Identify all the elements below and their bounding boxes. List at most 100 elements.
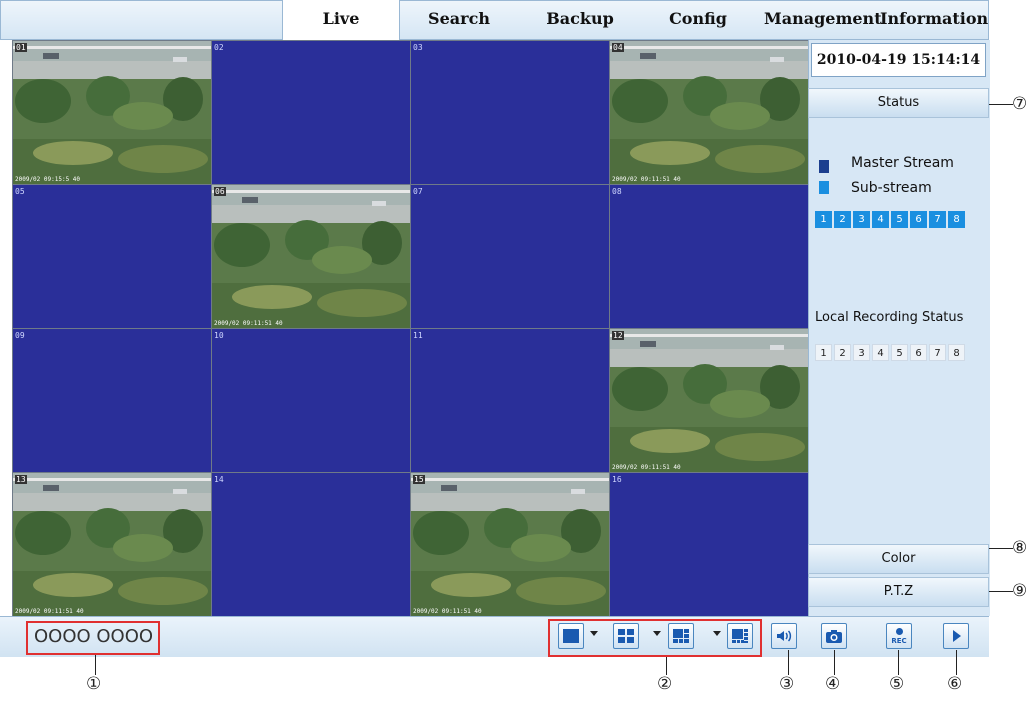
callout-8: ⑧	[1012, 538, 1028, 558]
video-cell-08[interactable]: 08	[610, 185, 808, 328]
callout-5: ⑤	[889, 674, 905, 694]
stream-channel-indicators: 12345678	[815, 211, 967, 228]
layout-dropdown-arrow[interactable]	[713, 631, 721, 636]
channel-number: 12	[612, 331, 624, 340]
channel-number: 14	[214, 475, 224, 484]
stream-channel-1: 1	[815, 211, 832, 228]
video-timestamp: 2009/02 09:11:51 40	[612, 464, 681, 471]
sub-stream-label: Sub-stream	[851, 180, 932, 196]
tab-live[interactable]: Live	[282, 0, 400, 40]
camera-icon	[826, 630, 842, 643]
video-timestamp: 2009/02 09:15:5 40	[15, 176, 81, 183]
layout-dropdown-arrow[interactable]	[590, 631, 598, 636]
callout-6: ⑥	[947, 674, 963, 694]
channel-number: 07	[413, 187, 423, 196]
video-cell-02[interactable]: 02	[212, 41, 410, 184]
callout-line-6	[956, 650, 957, 675]
local-recording-status-label: Local Recording Status	[815, 310, 964, 325]
recording-channel-3: 3	[853, 344, 870, 361]
layout-dropdown-arrow[interactable]	[653, 631, 661, 636]
video-cell-05[interactable]: 05	[13, 185, 211, 328]
recording-channel-indicators: 12345678	[815, 344, 967, 361]
recording-channel-2: 2	[834, 344, 851, 361]
stream-channel-6: 6	[910, 211, 927, 228]
record-dot-icon	[896, 628, 903, 635]
single-screen-icon	[563, 629, 579, 643]
video-cell-11[interactable]: 11	[411, 329, 609, 472]
recording-channel-4: 4	[872, 344, 889, 361]
speaker-icon	[777, 630, 792, 642]
recording-channel-1: 1	[815, 344, 832, 361]
stream-channel-7: 7	[929, 211, 946, 228]
recording-channel-6: 6	[910, 344, 927, 361]
channel-number: 16	[612, 475, 622, 484]
ptz-button[interactable]: P.T.Z	[808, 577, 989, 607]
layout-eight-button[interactable]	[727, 623, 753, 649]
sub-stream-swatch	[819, 181, 829, 194]
tab-config[interactable]: Config	[650, 0, 746, 38]
callout-line-8	[989, 548, 1013, 549]
channel-circles[interactable]: OOOO OOOO	[34, 626, 153, 647]
datetime-display: 2010-04-19 15:14:14	[811, 43, 986, 77]
video-timestamp: 2009/02 09:11:51 40	[413, 608, 482, 615]
channel-number: 11	[413, 331, 423, 340]
callout-2: ②	[657, 674, 673, 694]
quad-screen-icon	[618, 629, 634, 643]
video-cell-01[interactable]: 01 2009/02 09:15:5 40	[13, 41, 211, 184]
color-button[interactable]: Color	[808, 544, 989, 574]
channel-number: 03	[413, 43, 423, 52]
video-cell-13[interactable]: 13 2009/02 09:11:51 40	[13, 473, 211, 616]
video-cell-07[interactable]: 07	[411, 185, 609, 328]
status-button[interactable]: Status	[808, 88, 989, 118]
callout-line-9	[989, 591, 1013, 592]
callout-4: ④	[825, 674, 841, 694]
tab-backup[interactable]: Backup	[530, 0, 630, 38]
video-cell-14[interactable]: 14	[212, 473, 410, 616]
channel-number: 06	[214, 187, 226, 196]
stream-channel-8: 8	[948, 211, 965, 228]
channel-number: 05	[15, 187, 25, 196]
master-stream-swatch	[819, 160, 829, 173]
snapshot-button[interactable]	[821, 623, 847, 649]
callout-line-5	[898, 650, 899, 675]
channel-number: 09	[15, 331, 25, 340]
play-icon	[953, 630, 961, 642]
layout-multi-button[interactable]	[668, 623, 694, 649]
video-timestamp: 2009/02 09:11:51 40	[214, 320, 283, 327]
video-cell-12[interactable]: 12 2009/02 09:11:51 40	[610, 329, 808, 472]
callout-9: ⑨	[1012, 581, 1028, 601]
play-button[interactable]	[943, 623, 969, 649]
stream-channel-2: 2	[834, 211, 851, 228]
callout-line-4	[834, 650, 835, 675]
channel-number: 01	[15, 43, 27, 52]
callout-3: ③	[779, 674, 795, 694]
tab-information[interactable]: Information	[880, 0, 988, 38]
video-cell-06[interactable]: 06 2009/02 09:11:51 40	[212, 185, 410, 328]
video-cell-16[interactable]: 16	[610, 473, 808, 616]
audio-button[interactable]	[771, 623, 797, 649]
channel-number: 15	[413, 475, 425, 484]
video-cell-03[interactable]: 03	[411, 41, 609, 184]
channel-number: 08	[612, 187, 622, 196]
callout-line-1	[95, 655, 96, 675]
record-button[interactable]: REC	[886, 623, 912, 649]
tab-search[interactable]: Search	[406, 0, 512, 38]
multi-screen-icon	[673, 629, 689, 643]
callout-line-3	[788, 650, 789, 675]
channel-number: 13	[15, 475, 27, 484]
stream-channel-5: 5	[891, 211, 908, 228]
sidebar	[808, 40, 990, 616]
tab-management[interactable]: Management	[764, 0, 882, 38]
callout-line-2	[666, 657, 667, 675]
layout-2x2-button[interactable]	[613, 623, 639, 649]
layout-1x1-button[interactable]	[558, 623, 584, 649]
video-cell-04[interactable]: 04 2009/02 09:11:51 40	[610, 41, 808, 184]
recording-channel-5: 5	[891, 344, 908, 361]
channel-number: 04	[612, 43, 624, 52]
rec-label: REC	[891, 637, 907, 645]
video-cell-09[interactable]: 09	[13, 329, 211, 472]
video-cell-15[interactable]: 15 2009/02 09:11:51 40	[411, 473, 609, 616]
video-cell-10[interactable]: 10	[212, 329, 410, 472]
recording-channel-8: 8	[948, 344, 965, 361]
callout-line-7	[989, 104, 1013, 105]
